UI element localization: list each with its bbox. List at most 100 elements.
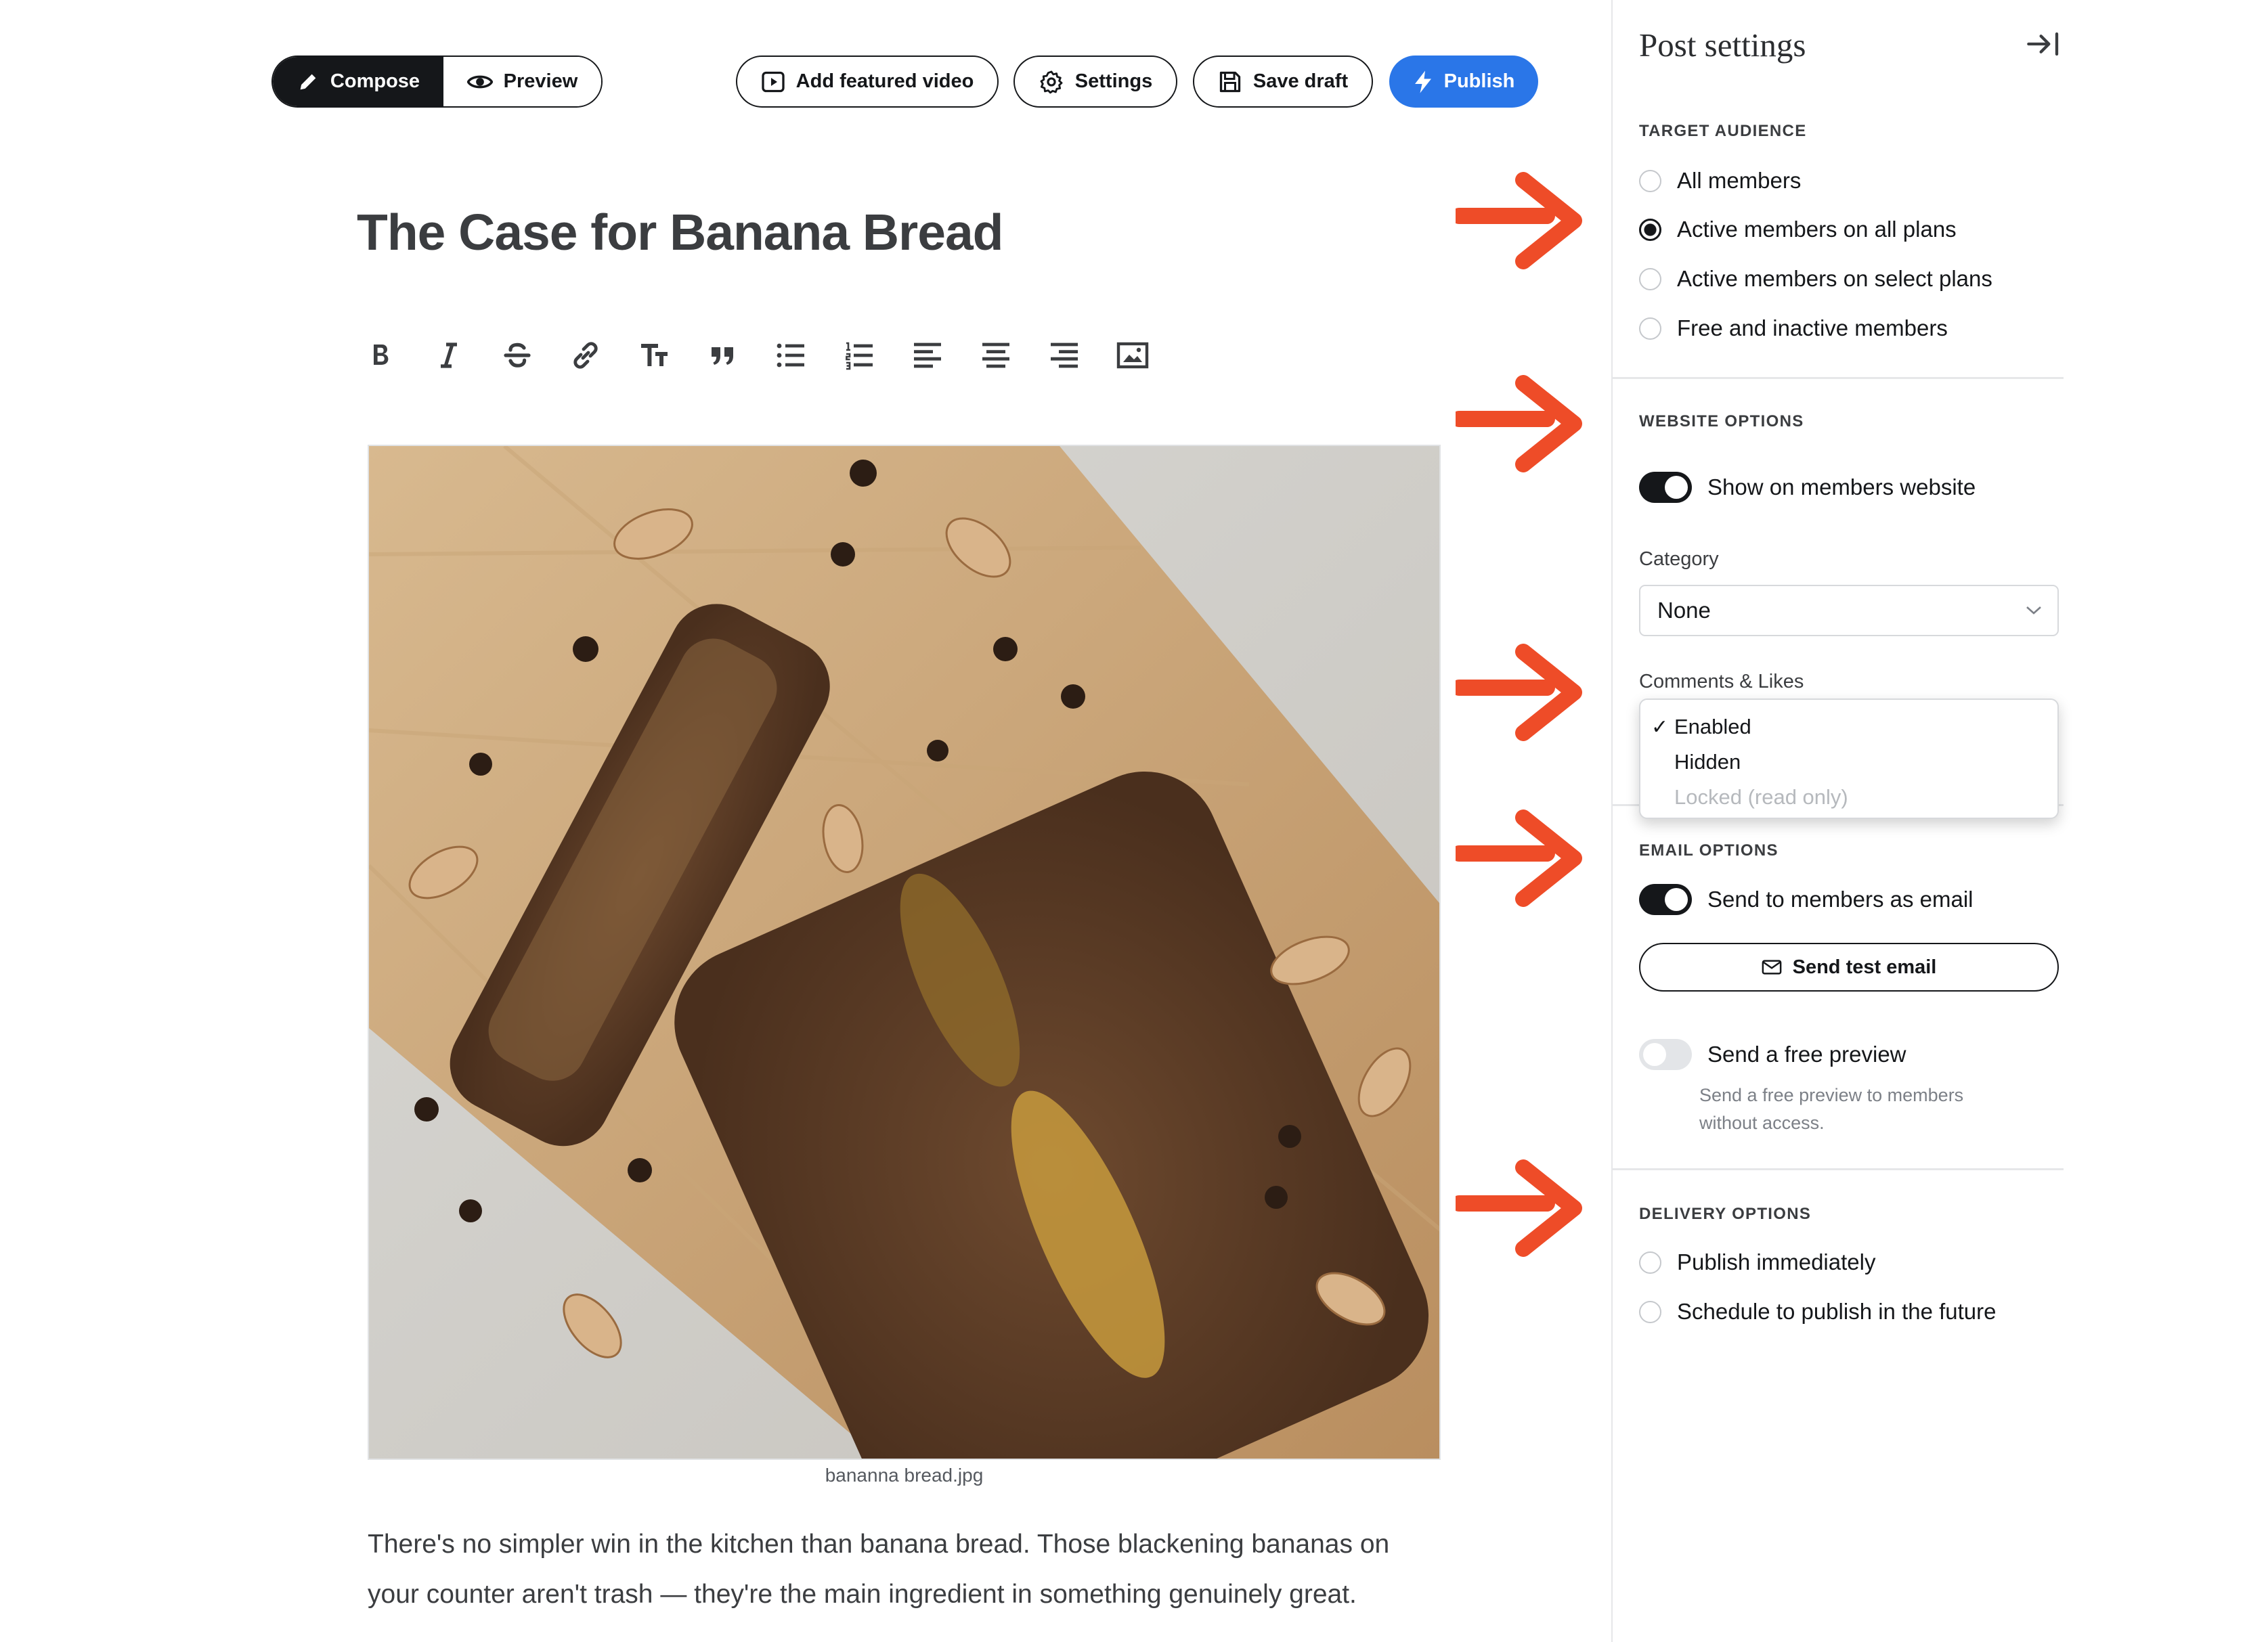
align-center-button[interactable] <box>980 335 1048 376</box>
gear-icon <box>1040 70 1063 93</box>
settings-button[interactable]: Settings <box>1013 56 1177 108</box>
formatting-toolbar <box>364 335 1185 376</box>
bold-icon <box>374 345 389 365</box>
audience-option-label: Active members on all plans <box>1677 217 1957 242</box>
mode-switch: Compose Preview <box>271 56 603 108</box>
compose-label: Compose <box>330 70 420 92</box>
category-value: None <box>1657 598 1711 623</box>
delivery-option-publish-now[interactable]: Publish immediately <box>1639 1249 1875 1275</box>
align-right-button[interactable] <box>1048 335 1116 376</box>
audience-option-all-plans[interactable]: Active members on all plans <box>1639 217 1957 242</box>
strikethrough-button[interactable] <box>501 335 569 376</box>
target-audience-heading: TARGET AUDIENCE <box>1639 122 1807 140</box>
strikethrough-icon <box>504 342 531 368</box>
dropdown-option-enabled[interactable]: ✓ Enabled <box>1640 709 2057 745</box>
dropdown-option-label: Locked (read only) <box>1674 785 1848 809</box>
send-email-toggle[interactable] <box>1639 884 1692 915</box>
save-draft-button[interactable]: Save draft <box>1193 56 1373 108</box>
collapse-sidebar-icon[interactable] <box>2026 30 2060 58</box>
align-left-button[interactable] <box>911 335 980 376</box>
delivery-options-heading: DELIVERY OPTIONS <box>1639 1205 1812 1223</box>
preview-label: Preview <box>503 70 578 92</box>
bold-button[interactable] <box>364 335 433 376</box>
publish-label: Publish <box>1443 70 1515 92</box>
add-featured-video-button[interactable]: Add featured video <box>736 56 999 108</box>
send-email-label: Send to members as email <box>1707 887 1973 912</box>
audience-option-label: Free and inactive members <box>1677 315 1948 340</box>
radio-button[interactable] <box>1639 1300 1661 1323</box>
sidebar-title: Post settings <box>1639 26 1806 64</box>
numbered-list-button[interactable] <box>843 335 911 376</box>
dropdown-option-hidden[interactable]: Hidden <box>1640 745 2057 780</box>
radio-button-selected[interactable] <box>1639 218 1661 241</box>
banana-bread-photo <box>369 446 1439 1459</box>
dropdown-option-label: Enabled <box>1674 715 1751 738</box>
section-divider <box>1613 1168 2064 1170</box>
align-left-icon <box>914 342 941 368</box>
show-on-website-row[interactable]: Show on members website <box>1639 472 1976 503</box>
radio-button[interactable] <box>1639 1251 1661 1274</box>
annotation-arrow-website <box>1456 375 1582 472</box>
delivery-option-schedule[interactable]: Schedule to publish in the future <box>1639 1299 1997 1325</box>
image-button[interactable] <box>1116 335 1185 376</box>
italic-icon <box>441 342 457 368</box>
post-image[interactable] <box>368 445 1441 1460</box>
annotation-arrow-comments <box>1456 644 1582 741</box>
quote-icon <box>712 347 733 365</box>
image-icon <box>1116 342 1149 369</box>
radio-button[interactable] <box>1639 317 1661 340</box>
show-on-website-toggle[interactable] <box>1639 472 1692 503</box>
bullet-list-button[interactable] <box>775 335 843 376</box>
image-caption[interactable]: bananna bread.jpg <box>368 1465 1441 1486</box>
post-title[interactable]: The Case for Banana Bread <box>357 203 1003 261</box>
video-play-icon <box>762 71 785 92</box>
free-preview-row[interactable]: Send a free preview <box>1639 1039 1906 1070</box>
eye-icon <box>466 75 493 88</box>
comments-likes-dropdown: ✓ Enabled Hidden Locked (read only) <box>1639 698 2059 819</box>
radio-button[interactable] <box>1639 169 1661 192</box>
pencil-icon <box>300 74 316 89</box>
bullet-list-icon <box>777 343 804 368</box>
post-settings-sidebar: Post settings TARGET AUDIENCE All member… <box>1611 0 2268 1642</box>
delivery-option-label: Publish immediately <box>1677 1249 1876 1274</box>
numbered-list-icon <box>846 342 873 370</box>
compose-button[interactable]: Compose <box>273 57 443 106</box>
category-label: Category <box>1639 548 1719 570</box>
align-right-icon <box>1051 342 1078 368</box>
email-options-heading: EMAIL OPTIONS <box>1639 841 1779 860</box>
link-icon <box>573 342 598 369</box>
annotation-arrow-delivery <box>1456 1159 1582 1257</box>
annotation-arrow-audience <box>1456 172 1582 269</box>
post-body-paragraph[interactable]: There's no simpler win in the kitchen th… <box>368 1519 1441 1620</box>
show-on-website-label: Show on members website <box>1707 474 1976 500</box>
save-draft-label: Save draft <box>1252 70 1349 92</box>
quote-button[interactable] <box>706 335 775 376</box>
radio-button[interactable] <box>1639 267 1661 290</box>
audience-option-free-inactive[interactable]: Free and inactive members <box>1639 315 1948 341</box>
dropdown-option-locked: Locked (read only) <box>1640 780 2057 815</box>
send-test-email-button[interactable]: Send test email <box>1639 943 2059 992</box>
send-test-email-label: Send test email <box>1792 956 1937 978</box>
publish-button[interactable]: Publish <box>1389 56 1538 108</box>
annotation-arrow-email <box>1456 809 1582 907</box>
delivery-option-label: Schedule to publish in the future <box>1677 1299 1997 1324</box>
audience-option-label: Active members on select plans <box>1677 266 1992 291</box>
chevron-down-icon <box>2026 606 2041 615</box>
comments-likes-label: Comments & Likes <box>1639 671 1804 692</box>
text-size-button[interactable] <box>638 335 706 376</box>
settings-label: Settings <box>1074 70 1153 92</box>
preview-button[interactable]: Preview <box>443 57 601 106</box>
lightning-bolt-icon <box>1414 70 1431 93</box>
free-preview-toggle[interactable] <box>1639 1039 1692 1070</box>
link-button[interactable] <box>569 335 638 376</box>
send-email-row[interactable]: Send to members as email <box>1639 884 1973 915</box>
add-featured-video-label: Add featured video <box>795 70 974 92</box>
audience-option-select-plans[interactable]: Active members on select plans <box>1639 266 1992 292</box>
website-options-heading: WEBSITE OPTIONS <box>1639 412 1804 430</box>
free-preview-label: Send a free preview <box>1707 1042 1906 1067</box>
dropdown-option-label: Hidden <box>1674 750 1741 774</box>
audience-option-all-members[interactable]: All members <box>1639 168 1801 194</box>
align-center-icon <box>982 342 1009 368</box>
italic-button[interactable] <box>433 335 501 376</box>
category-select[interactable]: None <box>1639 585 2059 636</box>
